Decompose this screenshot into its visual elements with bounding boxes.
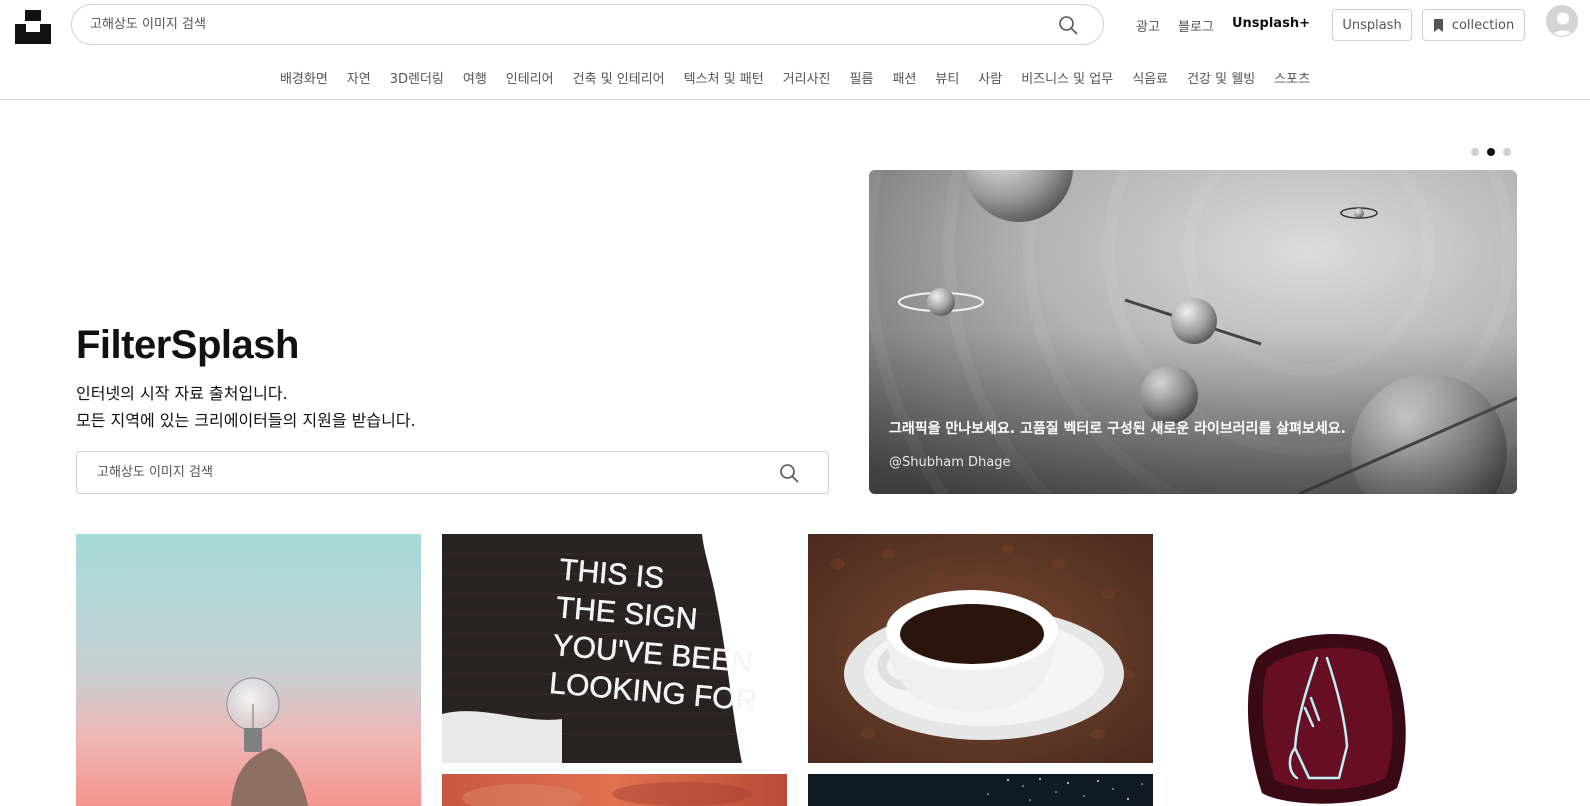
- collection-button-label: collection: [1451, 17, 1515, 33]
- featured-planets-image: [869, 170, 1517, 494]
- category-item-architecture[interactable]: 건축 및 인테리어: [573, 68, 665, 87]
- top-search-bar: [71, 4, 1104, 45]
- hero-subtitle-line-2: 모든 지역에 있는 크리에이터들의 지원을 받습니다.: [76, 411, 416, 430]
- search-icon[interactable]: [779, 463, 799, 483]
- category-item-nature[interactable]: 자연: [347, 68, 371, 87]
- featured-graphic-card[interactable]: 그래픽을 만나보세요. 고품질 벡터로 구성된 새로운 라이브러리를 살펴보세요…: [869, 170, 1517, 494]
- category-item-wallpapers[interactable]: 배경화면: [280, 68, 328, 87]
- hero-search-bar: [76, 451, 829, 494]
- hero-title: FilterSplash: [76, 323, 299, 367]
- photo-neon-sign[interactable]: THIS IS THE SIGN YOU'VE BEEN LOOKING FOR: [442, 534, 787, 763]
- category-item-sports[interactable]: 스포츠: [1274, 68, 1310, 87]
- photo-coffee-cup[interactable]: [808, 534, 1153, 763]
- category-item-food[interactable]: 식음료: [1132, 68, 1168, 87]
- category-item-interiors[interactable]: 인테리어: [506, 68, 554, 87]
- category-nav: 배경화면 자연 3D렌더링 여행 인테리어 건축 및 인테리어 텍스처 및 패턴…: [0, 50, 1590, 100]
- top-search-input[interactable]: [90, 5, 1020, 44]
- unsplash-plus-link[interactable]: Unsplash+: [1232, 16, 1310, 31]
- photo-light-bulb[interactable]: [76, 534, 421, 806]
- category-item-people[interactable]: 사람: [978, 68, 1002, 87]
- top-bar: 광고 블로그 Unsplash+ Unsplash collection: [0, 0, 1590, 50]
- photo-night-sky[interactable]: [808, 774, 1153, 806]
- carousel-dots: [1471, 148, 1511, 156]
- collection-button[interactable]: collection: [1422, 9, 1525, 41]
- photo-neon-praying-hands[interactable]: [1247, 628, 1407, 806]
- carousel-dot-2[interactable]: [1487, 148, 1495, 156]
- category-item-street[interactable]: 거리사진: [783, 68, 831, 87]
- category-item-film[interactable]: 필름: [850, 68, 874, 87]
- bookmark-icon: [1433, 18, 1443, 32]
- category-item-travel[interactable]: 여행: [463, 68, 487, 87]
- unsplash-button[interactable]: Unsplash: [1332, 9, 1412, 41]
- category-item-fashion[interactable]: 패션: [892, 68, 916, 87]
- category-item-beauty[interactable]: 뷰티: [935, 68, 959, 87]
- hero-search-input[interactable]: [97, 452, 757, 493]
- category-item-textures[interactable]: 텍스처 및 패턴: [684, 68, 764, 87]
- photo-red-clouds[interactable]: [442, 774, 787, 806]
- hero-subtitle-line-1: 인터넷의 시작 자료 출처입니다.: [76, 384, 288, 403]
- category-item-business[interactable]: 비즈니스 및 업무: [1021, 68, 1113, 87]
- unsplash-logo-icon[interactable]: [15, 10, 51, 44]
- ads-link[interactable]: 광고: [1136, 16, 1160, 35]
- carousel-dot-3[interactable]: [1503, 148, 1511, 156]
- featured-credit-link[interactable]: @Shubham Dhage: [889, 455, 1010, 470]
- user-avatar-icon[interactable]: [1546, 5, 1578, 37]
- featured-caption: 그래픽을 만나보세요. 고품질 벡터로 구성된 새로운 라이브러리를 살펴보세요…: [889, 421, 1346, 437]
- unsplash-button-label: Unsplash: [1342, 17, 1402, 33]
- carousel-dot-1[interactable]: [1471, 148, 1479, 156]
- blog-link[interactable]: 블로그: [1178, 16, 1214, 35]
- category-item-3d-renders[interactable]: 3D렌더링: [390, 68, 444, 87]
- search-icon[interactable]: [1058, 15, 1078, 35]
- category-item-health[interactable]: 건강 및 웰빙: [1187, 68, 1255, 87]
